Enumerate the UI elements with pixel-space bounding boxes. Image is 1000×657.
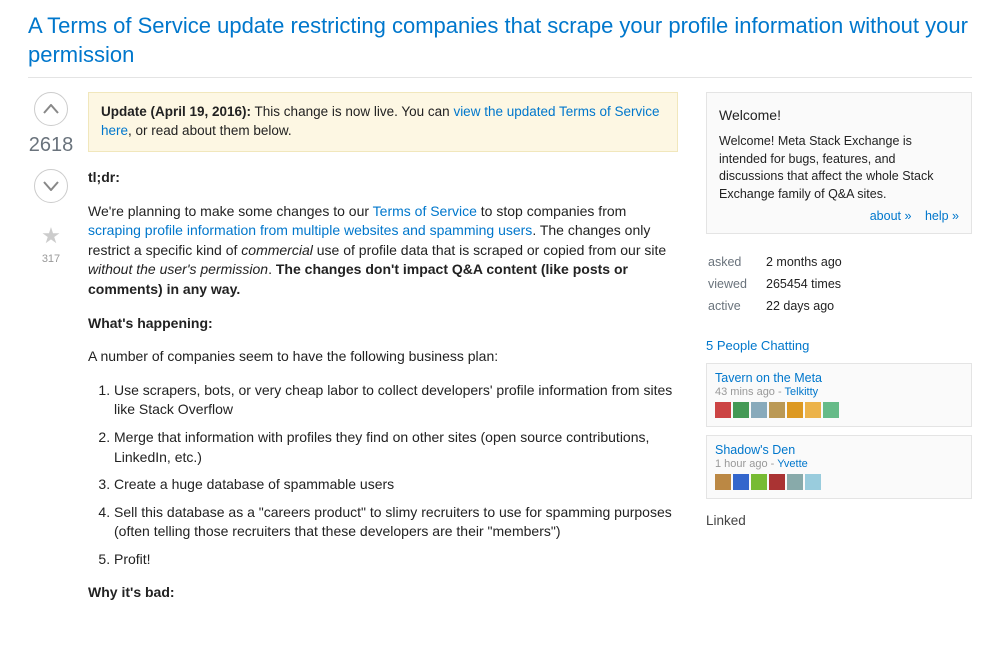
asked-value: 2 months ago — [766, 252, 970, 272]
welcome-title: Welcome! — [719, 107, 959, 123]
viewed-value: 265454 times — [766, 274, 970, 294]
chat-room-meta: 43 mins ago - Telkitty — [715, 386, 963, 398]
post-body: Update (April 19, 2016): This change is … — [88, 92, 678, 617]
chat-user-link[interactable]: Yvette — [777, 458, 808, 470]
about-link[interactable]: about » — [870, 209, 912, 223]
caret-up-icon — [43, 104, 59, 114]
asked-label: asked — [708, 252, 764, 272]
tldr-label: tl;dr: — [88, 169, 120, 185]
avatar[interactable] — [805, 474, 821, 490]
chat-avatars — [715, 474, 963, 490]
avatar[interactable] — [787, 402, 803, 418]
chat-room: Shadow's Den1 hour ago - Yvette — [706, 435, 972, 499]
help-link[interactable]: help » — [925, 209, 959, 223]
question-stats: asked2 months ago viewed265454 times act… — [706, 250, 972, 318]
heading-why-bad: Why it's bad: — [88, 584, 175, 600]
notice-text-b: , or read about them below. — [128, 123, 292, 138]
avatar[interactable] — [769, 474, 785, 490]
chat-user-link[interactable]: Telkitty — [785, 386, 819, 398]
chat-avatars — [715, 402, 963, 418]
chat-room: Tavern on the Meta43 mins ago - Telkitty — [706, 363, 972, 427]
chat-room-meta: 1 hour ago - Yvette — [715, 458, 963, 470]
chat-room-link[interactable]: Tavern on the Meta — [715, 371, 822, 385]
question-title[interactable]: A Terms of Service update restricting co… — [28, 12, 972, 69]
update-notice: Update (April 19, 2016): This change is … — [88, 92, 678, 152]
welcome-text: Welcome! Meta Stack Exchange is intended… — [719, 133, 959, 203]
business-plan-list: Use scrapers, bots, or very cheap labor … — [114, 381, 678, 570]
list-item: Use scrapers, bots, or very cheap labor … — [114, 381, 678, 420]
avatar[interactable] — [733, 402, 749, 418]
caret-down-icon — [43, 181, 59, 191]
avatar[interactable] — [805, 402, 821, 418]
active-label: active — [708, 296, 764, 316]
notice-prefix: Update (April 19, 2016): — [101, 104, 251, 119]
avatar[interactable] — [751, 474, 767, 490]
linked-heading: Linked — [706, 513, 972, 528]
chat-heading[interactable]: 5 People Chatting — [706, 338, 972, 353]
list-item: Merge that information with profiles the… — [114, 428, 678, 467]
tos-link[interactable]: Terms of Service — [373, 203, 477, 219]
favorite-count: 317 — [42, 253, 60, 265]
scraping-link[interactable]: scraping profile information from multip… — [88, 222, 532, 238]
avatar[interactable] — [769, 402, 785, 418]
intro-paragraph: We're planning to make some changes to o… — [88, 202, 678, 300]
downvote-button[interactable] — [34, 169, 68, 203]
vote-cell: 2618 ★ 317 — [28, 92, 74, 617]
avatar[interactable] — [787, 474, 803, 490]
avatar[interactable] — [733, 474, 749, 490]
viewed-label: viewed — [708, 274, 764, 294]
biz-plan-intro: A number of companies seem to have the f… — [88, 347, 678, 367]
avatar[interactable] — [715, 402, 731, 418]
list-item: Profit! — [114, 550, 678, 570]
avatar[interactable] — [823, 402, 839, 418]
avatar[interactable] — [751, 402, 767, 418]
upvote-button[interactable] — [34, 92, 68, 126]
welcome-box: Welcome! Welcome! Meta Stack Exchange is… — [706, 92, 972, 234]
list-item: Sell this database as a "careers product… — [114, 503, 678, 542]
chat-room-link[interactable]: Shadow's Den — [715, 443, 795, 457]
notice-text-a: This change is now live. You can — [251, 104, 453, 119]
sidebar: Welcome! Welcome! Meta Stack Exchange is… — [706, 92, 972, 617]
list-item: Create a huge database of spammable user… — [114, 475, 678, 495]
active-value: 22 days ago — [766, 296, 970, 316]
vote-score: 2618 — [29, 134, 74, 157]
heading-whats-happening: What's happening: — [88, 315, 213, 331]
avatar[interactable] — [715, 474, 731, 490]
divider — [28, 77, 972, 78]
favorite-star-icon[interactable]: ★ — [41, 225, 61, 247]
